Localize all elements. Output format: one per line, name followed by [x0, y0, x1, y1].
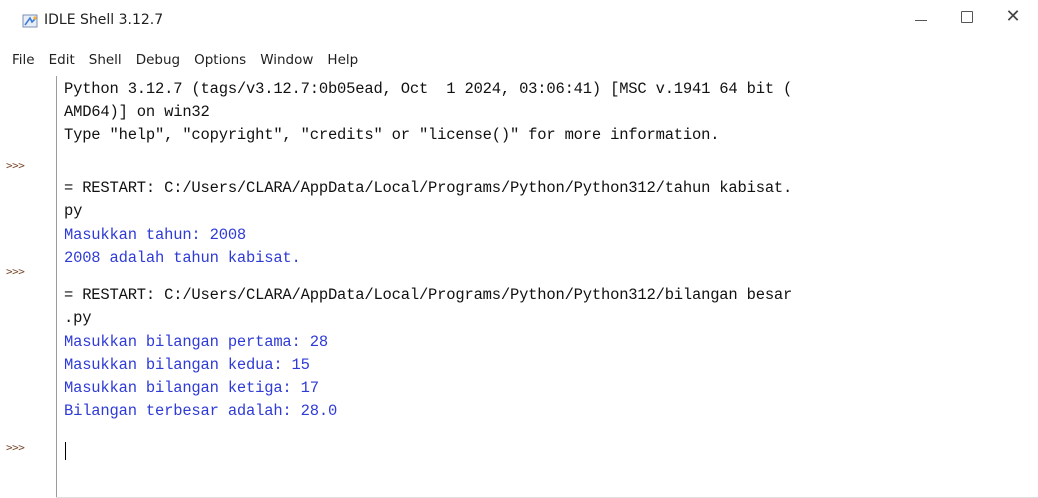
close-button[interactable]: ✕ — [990, 0, 1036, 34]
minimize-button[interactable] — [898, 0, 944, 34]
menu-options[interactable]: Options — [187, 52, 253, 68]
menu-debug[interactable]: Debug — [129, 52, 187, 68]
idle-app-icon — [22, 14, 38, 28]
close-icon: ✕ — [1005, 6, 1021, 27]
shell-text-area[interactable]: Python 3.12.7 (tags/v3.12.7:0b05ead, Oct… — [58, 76, 1033, 498]
shell-line: = RESTART: C:/Users/CLARA/AppData/Local/… — [64, 286, 793, 304]
idle-shell-window: IDLE Shell 3.12.7 ✕ File Edit Shell Debu… — [0, 0, 1038, 498]
shell-output-line: 2008 adalah tahun kabisat. — [64, 249, 301, 267]
shell-line: .py — [64, 309, 92, 327]
shell-prompt: >>> — [6, 441, 25, 454]
shell-output-line: Masukkan bilangan ketiga: 17 — [64, 379, 319, 397]
shell-line: Python 3.12.7 (tags/v3.12.7:0b05ead, Oct… — [64, 80, 793, 98]
menu-shell[interactable]: Shell — [82, 52, 129, 68]
shell-output-line: Masukkan bilangan kedua: 15 — [64, 356, 310, 374]
shell-body: >>> >>> >>> Python 3.12.7 (tags/v3.12.7:… — [0, 76, 1038, 498]
maximize-button[interactable] — [944, 0, 990, 34]
shell-line: Type "help", "copyright", "credits" or "… — [64, 126, 720, 144]
prompt-sidebar[interactable]: >>> >>> >>> — [0, 76, 57, 498]
shell-output-line: Bilangan terbesar adalah: 28.0 — [64, 402, 338, 420]
shell-prompt: >>> — [6, 265, 25, 278]
menu-file[interactable]: File — [0, 52, 42, 68]
menu-help[interactable]: Help — [320, 52, 365, 68]
shell-output-line: Masukkan tahun: 2008 — [64, 226, 247, 244]
shell-line: = RESTART: C:/Users/CLARA/AppData/Local/… — [64, 179, 793, 197]
menu-bar: File Edit Shell Debug Options Window Hel… — [0, 46, 1038, 74]
title-bar[interactable]: IDLE Shell 3.12.7 ✕ — [0, 0, 1038, 44]
shell-line: py — [64, 202, 83, 220]
text-cursor — [65, 442, 66, 460]
shell-prompt: >>> — [6, 159, 25, 172]
minimize-icon — [915, 19, 927, 21]
menu-edit[interactable]: Edit — [42, 52, 82, 68]
shell-output-line: Masukkan bilangan pertama: 28 — [64, 333, 328, 351]
menu-window[interactable]: Window — [253, 52, 320, 68]
maximize-icon — [961, 11, 973, 23]
window-title: IDLE Shell 3.12.7 — [44, 12, 164, 28]
shell-line: AMD64)] on win32 — [64, 103, 210, 121]
